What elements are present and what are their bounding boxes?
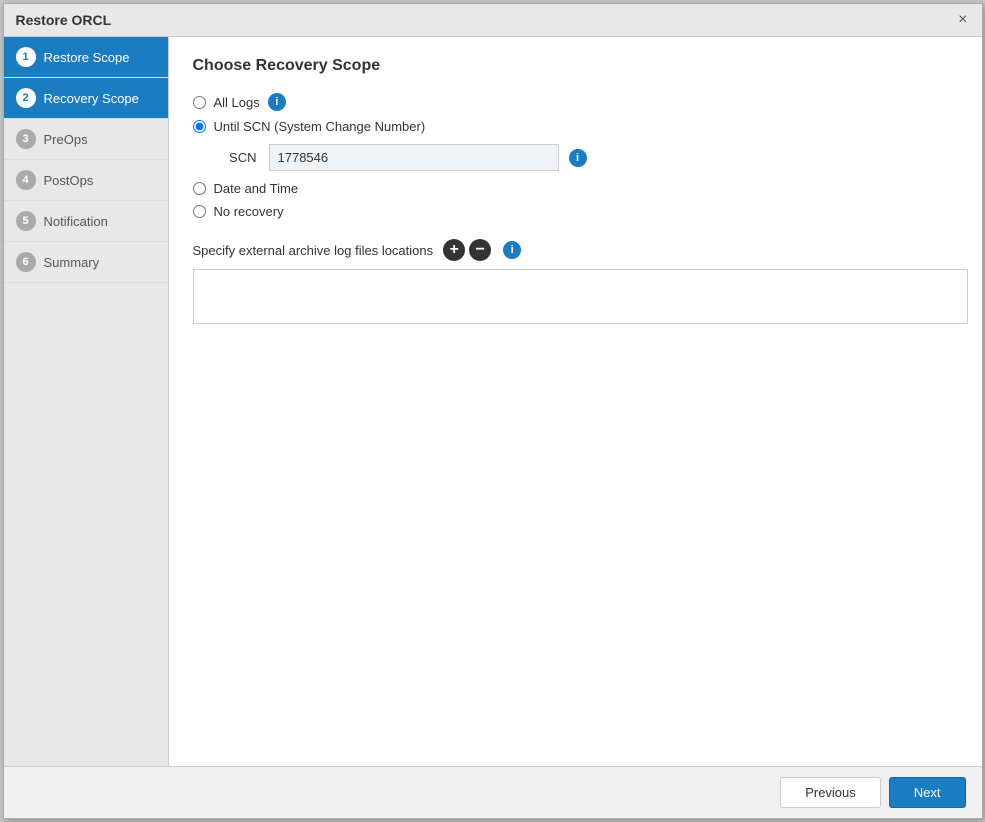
radio-date-time-label[interactable]: Date and Time [214, 181, 299, 196]
close-button[interactable]: × [956, 12, 969, 28]
sidebar-label-1: Restore Scope [44, 50, 130, 65]
sidebar-item-preops[interactable]: 3 PreOps [4, 119, 168, 160]
main-content: Choose Recovery Scope All Logs i Until S… [169, 37, 982, 766]
sidebar-item-summary[interactable]: 6 Summary [4, 242, 168, 283]
radio-no-recovery-label[interactable]: No recovery [214, 204, 284, 219]
scn-info-icon[interactable]: i [569, 149, 587, 167]
sidebar-item-recovery-scope[interactable]: 2 Recovery Scope [4, 78, 168, 119]
previous-button[interactable]: Previous [780, 777, 881, 808]
step-num-6: 6 [16, 252, 36, 272]
sidebar: 1 Restore Scope 2 Recovery Scope 3 PreOp… [4, 37, 169, 766]
section-heading: Choose Recovery Scope [193, 57, 958, 75]
sidebar-label-6: Summary [44, 255, 100, 270]
radio-until-scn[interactable] [193, 120, 206, 133]
sidebar-item-restore-scope[interactable]: 1 Restore Scope [4, 37, 168, 78]
sidebar-label-4: PostOps [44, 173, 94, 188]
sidebar-label-5: Notification [44, 214, 108, 229]
dialog: Restore ORCL × 1 Restore Scope 2 Recover… [3, 3, 983, 819]
no-recovery-row: No recovery [193, 204, 958, 219]
next-button[interactable]: Next [889, 777, 966, 808]
sidebar-label-3: PreOps [44, 132, 88, 147]
remove-archive-button[interactable]: − [469, 239, 491, 261]
dialog-footer: Previous Next [4, 766, 982, 818]
sidebar-item-notification[interactable]: 5 Notification [4, 201, 168, 242]
archive-section: Specify external archive log files locat… [193, 239, 958, 327]
scn-row: SCN i [217, 144, 958, 171]
all-logs-info-icon[interactable]: i [268, 93, 286, 111]
radio-no-recovery[interactable] [193, 205, 206, 218]
date-time-row: Date and Time [193, 181, 958, 196]
step-num-4: 4 [16, 170, 36, 190]
step-num-5: 5 [16, 211, 36, 231]
archive-info-icon[interactable]: i [503, 241, 521, 259]
scn-input[interactable] [269, 144, 559, 171]
radio-all-logs-label[interactable]: All Logs [214, 95, 260, 110]
scn-label: SCN [217, 150, 257, 165]
until-scn-row: Until SCN (System Change Number) [193, 119, 958, 134]
title-bar: Restore ORCL × [4, 4, 982, 37]
sidebar-label-2: Recovery Scope [44, 91, 139, 106]
archive-label-text: Specify external archive log files locat… [193, 243, 434, 258]
step-num-2: 2 [16, 88, 36, 108]
archive-label-row: Specify external archive log files locat… [193, 239, 958, 261]
step-num-3: 3 [16, 129, 36, 149]
radio-date-time[interactable] [193, 182, 206, 195]
add-archive-button[interactable]: + [443, 239, 465, 261]
radio-until-scn-label[interactable]: Until SCN (System Change Number) [214, 119, 426, 134]
radio-all-logs[interactable] [193, 96, 206, 109]
dialog-title: Restore ORCL [16, 12, 112, 28]
step-num-1: 1 [16, 47, 36, 67]
sidebar-item-postops[interactable]: 4 PostOps [4, 160, 168, 201]
dialog-body: 1 Restore Scope 2 Recovery Scope 3 PreOp… [4, 37, 982, 766]
archive-textarea[interactable] [193, 269, 968, 324]
all-logs-row: All Logs i [193, 93, 958, 111]
